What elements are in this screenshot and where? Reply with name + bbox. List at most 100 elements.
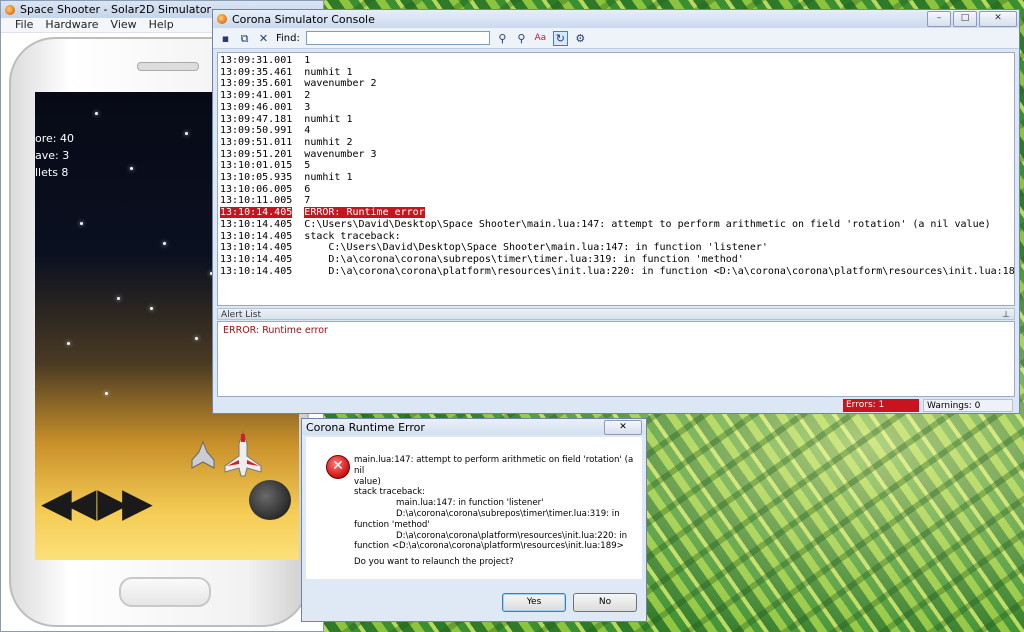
- hud-wave: ave: 3: [35, 149, 70, 162]
- log-timestamp: 13:10:14.405: [220, 253, 293, 265]
- log-message: stack traceback:: [304, 230, 401, 242]
- console-log[interactable]: 13:09:31.001 1 13:09:35.461 numhit 1 13:09…: [217, 52, 1015, 306]
- pin-icon[interactable]: ⊥: [1002, 309, 1010, 321]
- dialog-message-line: D:\a\corona\corona\platform\resources\in…: [396, 530, 628, 541]
- log-timestamp: 13:10:14.405: [220, 218, 293, 230]
- alert-item[interactable]: ERROR: Runtime error: [223, 325, 1009, 336]
- find-input[interactable]: [305, 31, 490, 45]
- log-message: C:\Users\David\Desktop\Space Shooter\mai…: [304, 242, 768, 254]
- menu-file[interactable]: File: [15, 18, 33, 32]
- console-toolbar: ▪ ⧉ ✕ Find: ⚲ ⚲ Aa ↻ ⚙: [213, 28, 1019, 49]
- log-line: 13:10:01.015 5: [220, 160, 1014, 172]
- log-line: 13:10:11.005 7: [220, 195, 1014, 207]
- dialog-title-bar[interactable]: Corona Runtime Error ✕: [302, 419, 646, 435]
- log-message: numhit 1: [304, 172, 353, 184]
- save-icon[interactable]: ▪: [219, 32, 232, 45]
- log-timestamp: 13:09:51.011: [220, 136, 293, 148]
- errors-count[interactable]: Errors: 1: [843, 399, 919, 412]
- log-timestamp: 13:09:46.001: [220, 101, 293, 113]
- close-button[interactable]: ✕: [979, 11, 1017, 27]
- log-message: ERROR: Runtime error: [304, 207, 425, 219]
- asteroid: [249, 480, 291, 520]
- log-message: 3: [304, 101, 311, 113]
- log-line: 13:09:47.181 numhit 1: [220, 114, 1014, 126]
- app-logo-icon: [5, 4, 15, 15]
- dialog-message-line: main.lua:147: attempt to perform arithme…: [354, 455, 634, 476]
- minimize-button[interactable]: –: [927, 11, 951, 27]
- match-case-icon[interactable]: Aa: [534, 32, 547, 45]
- hud-bullets: llets 8: [35, 166, 69, 179]
- log-message: 6: [304, 183, 311, 195]
- runtime-error-dialog: Corona Runtime Error ✕ ✕ main.lua:147: a…: [301, 418, 647, 622]
- menu-view[interactable]: View: [111, 18, 137, 32]
- dialog-message: main.lua:147: attempt to perform arithme…: [354, 455, 636, 552]
- console-window: Corona Simulator Console – □ ✕ ▪ ⧉ ✕ Fin…: [212, 9, 1020, 414]
- log-timestamp: 13:10:14.405: [220, 230, 293, 242]
- dialog-message-line: value): [354, 476, 381, 487]
- dialog-message-line: stack traceback:: [354, 487, 426, 498]
- close-icon[interactable]: ✕: [604, 420, 642, 435]
- log-line: 13:10:14.405 C:\Users\David\Desktop\Spac…: [220, 219, 1014, 231]
- log-line: 13:09:35.461 numhit 1: [220, 67, 1014, 79]
- binoculars-icon[interactable]: ⚲: [496, 32, 509, 45]
- phone-speaker: [137, 62, 199, 71]
- log-timestamp: 13:09:31.001: [220, 55, 293, 66]
- log-line: 13:09:50.991 4: [220, 125, 1014, 137]
- log-timestamp: 13:10:01.015: [220, 160, 293, 172]
- error-icon: ✕: [326, 455, 350, 479]
- app-logo-icon: [217, 14, 227, 24]
- log-line: 13:10:05.935 numhit 1: [220, 172, 1014, 184]
- dialog-body: ✕ main.lua:147: attempt to perform arith…: [306, 437, 642, 579]
- log-message: D:\a\corona\corona\platform\resources\in…: [304, 265, 1015, 277]
- log-line: 13:09:46.001 3: [220, 102, 1014, 114]
- log-line: 13:09:31.001 1: [220, 55, 1014, 67]
- log-message: numhit 1: [304, 113, 353, 125]
- menu-help[interactable]: Help: [149, 18, 174, 32]
- log-line: 13:10:14.405 ERROR: Runtime error: [220, 207, 1014, 219]
- log-message: wavenumber 2: [304, 78, 377, 90]
- console-status-bar: Errors: 1 Warnings: 0: [217, 399, 1015, 412]
- log-line: 13:10:14.405 D:\a\corona\corona\platform…: [220, 266, 1014, 278]
- log-message: 5: [304, 160, 311, 172]
- log-line: 13:10:14.405 stack traceback:: [220, 231, 1014, 243]
- menu-hardware[interactable]: Hardware: [45, 18, 98, 32]
- log-message: 7: [304, 195, 311, 207]
- log-timestamp: 13:10:14.405: [220, 242, 293, 254]
- settings-icon[interactable]: ⚙: [574, 32, 587, 45]
- home-button[interactable]: [119, 577, 211, 607]
- log-timestamp: 13:09:35.601: [220, 78, 293, 90]
- warnings-count[interactable]: Warnings: 0: [923, 399, 1013, 412]
- log-timestamp: 13:10:14.405: [220, 265, 293, 277]
- log-timestamp: 13:09:50.991: [220, 125, 293, 137]
- console-title-bar[interactable]: Corona Simulator Console – □ ✕: [213, 10, 1019, 28]
- left-right-controls[interactable]: ◀◀ ▶▶: [41, 480, 153, 526]
- log-timestamp: 13:09:47.181: [220, 113, 293, 125]
- log-message: C:\Users\David\Desktop\Space Shooter\mai…: [304, 218, 991, 230]
- log-timestamp: 13:10:05.935: [220, 172, 293, 184]
- log-timestamp: 13:10:14.405: [220, 207, 293, 219]
- log-timestamp: 13:10:11.005: [220, 195, 293, 207]
- simulator-title: Space Shooter - Solar2D Simulator: [20, 3, 212, 16]
- log-timestamp: 13:09:35.461: [220, 66, 293, 78]
- log-line: 13:10:14.405 C:\Users\David\Desktop\Spac…: [220, 242, 1014, 254]
- no-button[interactable]: No: [573, 593, 637, 612]
- dialog-title: Corona Runtime Error: [306, 420, 425, 434]
- hud-score: ore: 40: [35, 132, 74, 145]
- log-timestamp: 13:09:51.201: [220, 148, 293, 160]
- log-line: 13:10:14.405 D:\a\corona\corona\subrepos…: [220, 254, 1014, 266]
- log-line: 13:09:41.001 2: [220, 90, 1014, 102]
- find-label: Find:: [276, 32, 300, 44]
- dialog-question: Do you want to relaunch the project?: [354, 557, 514, 567]
- yes-button[interactable]: Yes: [502, 593, 566, 612]
- log-message: numhit 2: [304, 136, 353, 148]
- log-line: 13:09:51.201 wavenumber 3: [220, 149, 1014, 161]
- binoculars-icon[interactable]: ⚲: [515, 32, 528, 45]
- autoscroll-icon[interactable]: ↻: [552, 30, 568, 46]
- console-title: Corona Simulator Console: [232, 12, 375, 26]
- maximize-button[interactable]: □: [953, 11, 977, 27]
- player-ship: [223, 430, 263, 478]
- log-timestamp: 13:09:41.001: [220, 90, 293, 102]
- log-message: numhit 1: [304, 66, 353, 78]
- clear-icon[interactable]: ✕: [257, 32, 270, 45]
- copy-icon[interactable]: ⧉: [238, 32, 251, 45]
